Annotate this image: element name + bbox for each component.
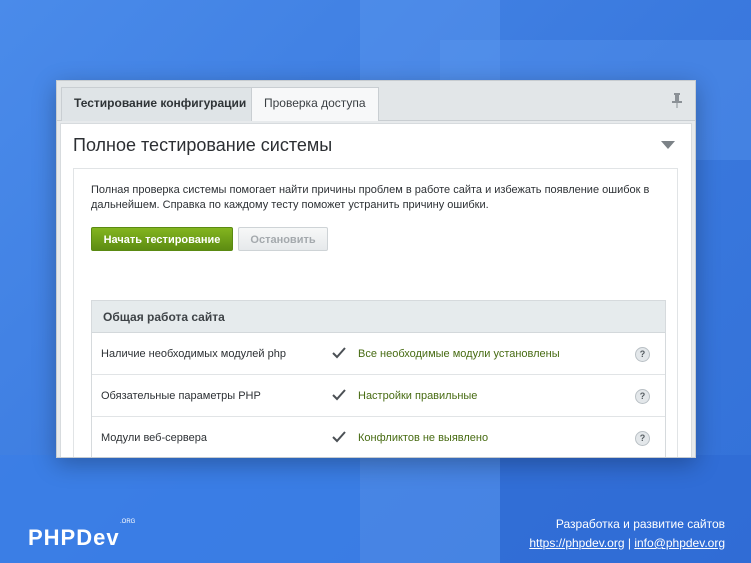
table-row: Модули веб-сервера Конфликтов не выявлен…: [92, 417, 665, 457]
test-panel: Полная проверка системы помогает найти п…: [73, 168, 678, 457]
help-icon[interactable]: ?: [635, 389, 650, 404]
checkmark-icon: [332, 389, 346, 401]
help-icon[interactable]: ?: [635, 347, 650, 362]
page-title: Полное тестирование системы: [73, 135, 333, 155]
test-name: Наличие необходимых модулей php: [101, 348, 286, 360]
phpdev-logo: PHPDev .ORG: [28, 519, 135, 551]
footer-contacts: Разработка и развитие сайтов https://php…: [529, 515, 725, 553]
test-name: Модули веб-сервера: [101, 432, 207, 444]
test-result: Настройки правильные: [358, 390, 478, 402]
tab-access-check[interactable]: Проверка доступа: [251, 87, 379, 121]
test-result: Все необходимые модули установлены: [358, 348, 560, 360]
stop-button[interactable]: Остановить: [238, 227, 328, 251]
help-icon[interactable]: ?: [635, 431, 650, 446]
table-row: Обязательные параметры PHP Настройки пра…: [92, 375, 665, 417]
tagline: Разработка и развитие сайтов: [555, 517, 725, 531]
contact-links: https://phpdev.org | info@phpdev.org: [529, 534, 725, 553]
site-link[interactable]: https://phpdev.org: [529, 536, 624, 550]
start-test-button[interactable]: Начать тестирование: [91, 227, 233, 251]
tab-config-test[interactable]: Тестирование конфигурации: [61, 87, 260, 121]
app-window: Тестирование конфигурации Проверка досту…: [56, 80, 696, 458]
separator: |: [627, 536, 631, 550]
test-name: Обязательные параметры PHP: [101, 390, 261, 402]
email-link[interactable]: info@phpdev.org: [634, 536, 725, 550]
checkmark-icon: [332, 347, 346, 359]
table-header: Общая работа сайта: [92, 301, 665, 333]
description: Полная проверка системы помогает найти п…: [91, 184, 650, 211]
test-result: Конфликтов не выявлено: [358, 432, 489, 444]
pin-icon[interactable]: [671, 92, 683, 108]
logo-suffix: .ORG: [120, 519, 136, 525]
table-row: Наличие необходимых модулей php Все необ…: [92, 333, 665, 375]
checkmark-icon: [332, 431, 346, 443]
main-content: Полное тестирование системы Полная прове…: [60, 123, 692, 457]
triangle-down-icon[interactable]: [661, 140, 675, 150]
tab-bar: Тестирование конфигурации Проверка досту…: [57, 81, 695, 121]
results-table: Общая работа сайта Наличие необходимых м…: [91, 300, 666, 457]
logo-text: PHPDev: [28, 525, 120, 550]
